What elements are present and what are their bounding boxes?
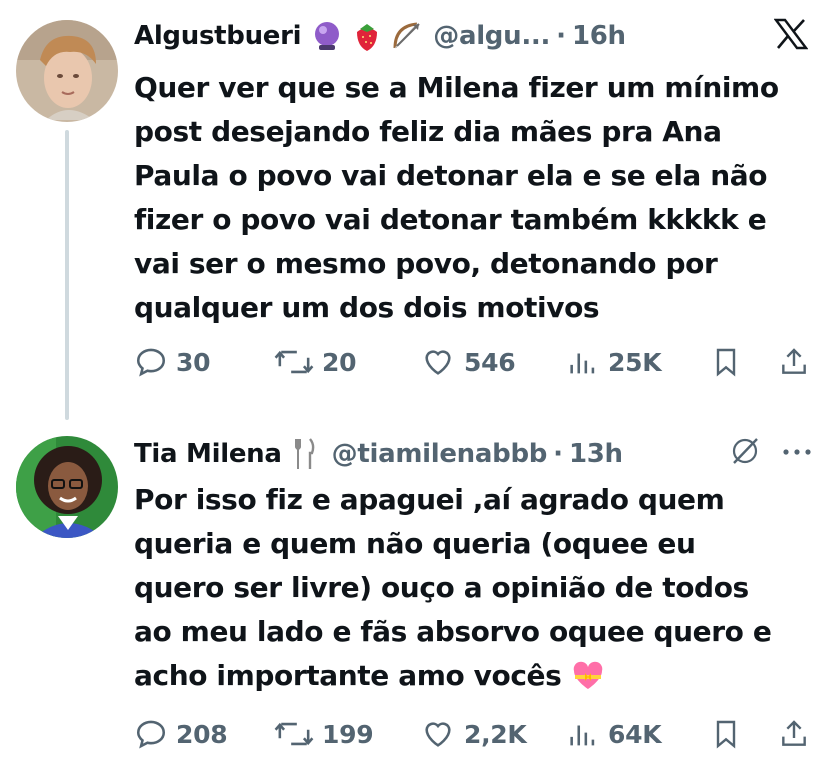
bookmark-button[interactable] <box>710 712 742 756</box>
tweet-text-last-line: acho importante amo vocês <box>134 654 814 698</box>
like-count: 2,2K <box>464 719 527 749</box>
bookmark-icon <box>716 348 736 377</box>
crystal-ball-icon <box>311 20 343 52</box>
tweet-text-line: post desejando feliz dia mães pra Ana <box>134 115 722 148</box>
separator-dot: · <box>556 21 566 51</box>
tweet-text-line: fizer o povo vai detonar também kkkkk e <box>134 203 767 236</box>
tweet-text-line: qualquer um dos dois motivos <box>134 291 600 324</box>
tweet-text-line: queria e quem não queria (oquee eu <box>134 527 696 560</box>
repost-icon <box>274 350 314 374</box>
timestamp[interactable]: 16h <box>572 21 626 51</box>
separator-dot: · <box>553 439 563 469</box>
views-icon <box>570 353 595 374</box>
views-button[interactable]: 64K <box>566 712 662 756</box>
bookmark-icon <box>716 720 736 749</box>
like-count: 546 <box>464 347 516 377</box>
bow-and-arrow-icon <box>391 20 423 52</box>
tweet-header: Algustbueri @algu... · 16h <box>134 16 626 56</box>
repost-icon <box>274 722 314 746</box>
tweet-text: Por isso fiz e apaguei ,aí agrado quem q… <box>134 478 814 698</box>
share-button[interactable] <box>778 340 810 384</box>
display-name[interactable]: Tia Milena <box>134 439 282 469</box>
action-bar: 208 199 2,2K 64K <box>134 712 814 756</box>
repost-count: 199 <box>322 719 374 749</box>
timestamp[interactable]: 13h <box>569 439 623 469</box>
fork-and-knife-icon <box>294 437 316 471</box>
like-button[interactable]: 546 <box>420 340 516 384</box>
views-count: 64K <box>608 719 662 749</box>
tweet-text-line: Quer ver que se a Milena fizer um mínimo <box>134 71 779 104</box>
views-count: 25K <box>608 347 662 377</box>
handle[interactable]: @tiamilenabbb <box>332 439 548 469</box>
more-icon[interactable] <box>780 442 814 466</box>
reply-count: 30 <box>176 347 211 377</box>
handle[interactable]: @algu... <box>433 21 550 51</box>
reply-button[interactable]: 208 <box>134 712 228 756</box>
reply-icon <box>136 720 166 749</box>
tweet-text: Quer ver que se a Milena fizer um mínimo… <box>134 66 814 330</box>
tweet-text-line: vai ser o mesmo povo, detonando por <box>134 247 718 280</box>
tweet-text-line: quero ser livre) ouço a opinião de todos <box>134 571 749 604</box>
heart-with-ribbon-icon <box>571 660 605 692</box>
tweet-text-line: Paula o povo vai detonar ela e se ela nã… <box>134 159 768 192</box>
grok-icon[interactable] <box>730 436 760 470</box>
tweet-header: Tia Milena @tiamilenabbb · 13h <box>134 434 623 474</box>
share-button[interactable] <box>778 712 810 756</box>
tweet-text-line: ao meu lado e fãs absorvo oquee quero e <box>134 615 772 648</box>
repost-button[interactable]: 199 <box>274 712 374 756</box>
reply-count: 208 <box>176 719 228 749</box>
action-bar: 30 20 546 25K <box>134 340 814 384</box>
heart-icon <box>425 722 451 747</box>
repost-count: 20 <box>322 347 357 377</box>
repost-button[interactable]: 20 <box>274 340 357 384</box>
tweet-text-line: Por isso fiz e apaguei ,aí agrado quem <box>134 483 725 516</box>
heart-icon <box>425 350 451 375</box>
x-logo-icon[interactable] <box>773 18 809 54</box>
display-name[interactable]: Algustbueri <box>134 21 302 51</box>
thread-connector-line <box>65 130 69 420</box>
avatar[interactable] <box>16 20 118 122</box>
avatar[interactable] <box>16 436 118 538</box>
strawberry-icon <box>351 20 383 52</box>
views-icon <box>570 725 595 746</box>
views-button[interactable]: 25K <box>566 340 662 384</box>
share-icon <box>782 348 806 374</box>
reply-button[interactable]: 30 <box>134 340 211 384</box>
share-icon <box>782 720 806 746</box>
bookmark-button[interactable] <box>710 340 742 384</box>
reply-icon <box>136 348 166 377</box>
tweet-text-line: acho importante amo vocês <box>134 659 562 692</box>
like-button[interactable]: 2,2K <box>420 712 527 756</box>
